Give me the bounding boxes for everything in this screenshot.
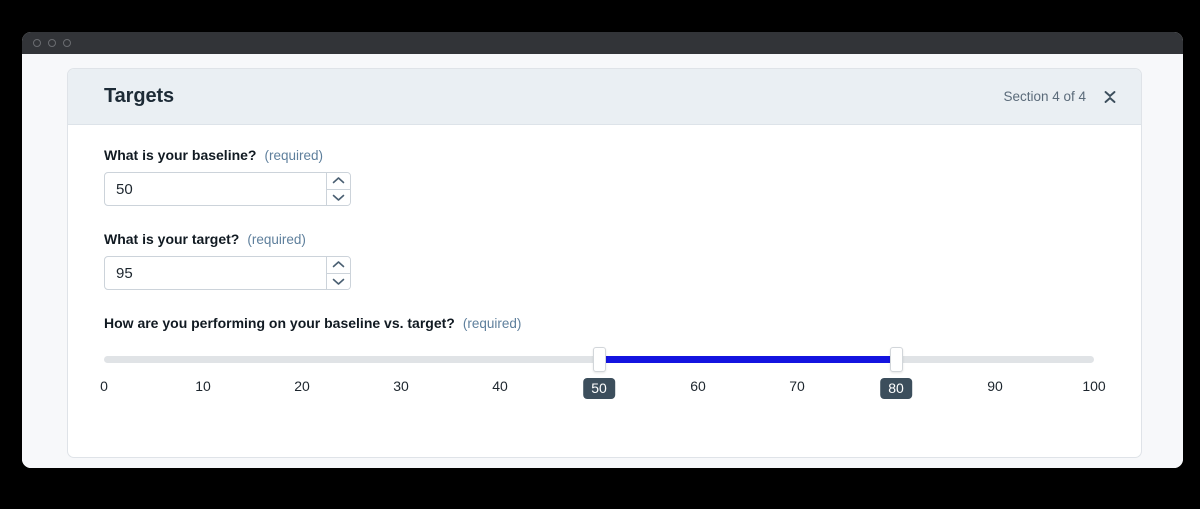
slider-tick-label: 70 xyxy=(789,378,805,394)
maximize-window-dot[interactable] xyxy=(63,39,71,47)
target-decrement-button[interactable] xyxy=(327,272,350,289)
card-header-right: Section 4 of 4 xyxy=(1003,87,1120,107)
baseline-field-label: What is your baseline? (required) xyxy=(104,147,1105,163)
slider-tick-label: 90 xyxy=(987,378,1003,394)
slider-tick-label: 40 xyxy=(492,378,508,394)
slider-tick-label: 30 xyxy=(393,378,409,394)
browser-window: Targets Section 4 of 4 What is your base… xyxy=(22,32,1183,468)
baseline-increment-button[interactable] xyxy=(327,173,350,189)
slider-required-tag: (required) xyxy=(462,316,522,331)
close-window-dot[interactable] xyxy=(33,39,41,47)
chevron-up-icon xyxy=(332,261,345,268)
slider-value-badge-lower: 50 xyxy=(583,378,615,399)
slider-tick-label: 10 xyxy=(195,378,211,394)
baseline-spinner xyxy=(326,173,350,205)
card-header: Targets Section 4 of 4 xyxy=(68,69,1141,125)
collapse-icon[interactable] xyxy=(1100,87,1120,107)
slider-value-badge-upper: 80 xyxy=(880,378,912,399)
collapse-chevrons-icon xyxy=(1104,90,1116,103)
target-required-tag: (required) xyxy=(247,232,306,247)
minimize-window-dot[interactable] xyxy=(48,39,56,47)
baseline-required-tag: (required) xyxy=(264,148,324,163)
slider-tick-label: 0 xyxy=(100,378,108,394)
target-input[interactable] xyxy=(105,257,326,289)
target-label-text: What is your target? xyxy=(104,231,240,247)
target-increment-button[interactable] xyxy=(327,257,350,273)
target-number-field[interactable] xyxy=(104,256,351,290)
targets-form-card: Targets Section 4 of 4 What is your base… xyxy=(67,68,1142,458)
section-counter: Section 4 of 4 xyxy=(1003,89,1086,104)
baseline-number-field[interactable] xyxy=(104,172,351,206)
baseline-decrement-button[interactable] xyxy=(327,188,350,205)
page-title: Targets xyxy=(104,85,175,107)
baseline-label-text: What is your baseline? xyxy=(104,147,257,163)
slider-label-text: How are you performing on your baseline … xyxy=(104,315,455,331)
slider-handle-lower[interactable] xyxy=(592,347,606,372)
slider-tick-label: 60 xyxy=(690,378,706,394)
target-spinner xyxy=(326,257,350,289)
slider-handle-upper[interactable] xyxy=(889,347,903,372)
range-slider[interactable]: 50 80 0 10 20 30 40 60 70 90 100 xyxy=(100,347,1106,409)
chevron-down-icon xyxy=(332,194,345,201)
target-field-label: What is your target? (required) xyxy=(104,231,1105,247)
window-titlebar xyxy=(22,32,1183,54)
baseline-input[interactable] xyxy=(105,173,326,205)
slider-selected-range xyxy=(599,356,896,363)
chevron-up-icon xyxy=(332,177,345,184)
slider-tick-label: 20 xyxy=(294,378,310,394)
slider-tick-label: 100 xyxy=(1082,378,1106,394)
chevron-down-icon xyxy=(332,278,345,285)
slider-field-label: How are you performing on your baseline … xyxy=(104,315,1105,331)
page-viewport: Targets Section 4 of 4 What is your base… xyxy=(22,54,1183,468)
card-body: What is your baseline? (required) 50 Wha… xyxy=(68,125,1141,409)
performance-slider-block: How are you performing on your baseline … xyxy=(100,315,1106,409)
